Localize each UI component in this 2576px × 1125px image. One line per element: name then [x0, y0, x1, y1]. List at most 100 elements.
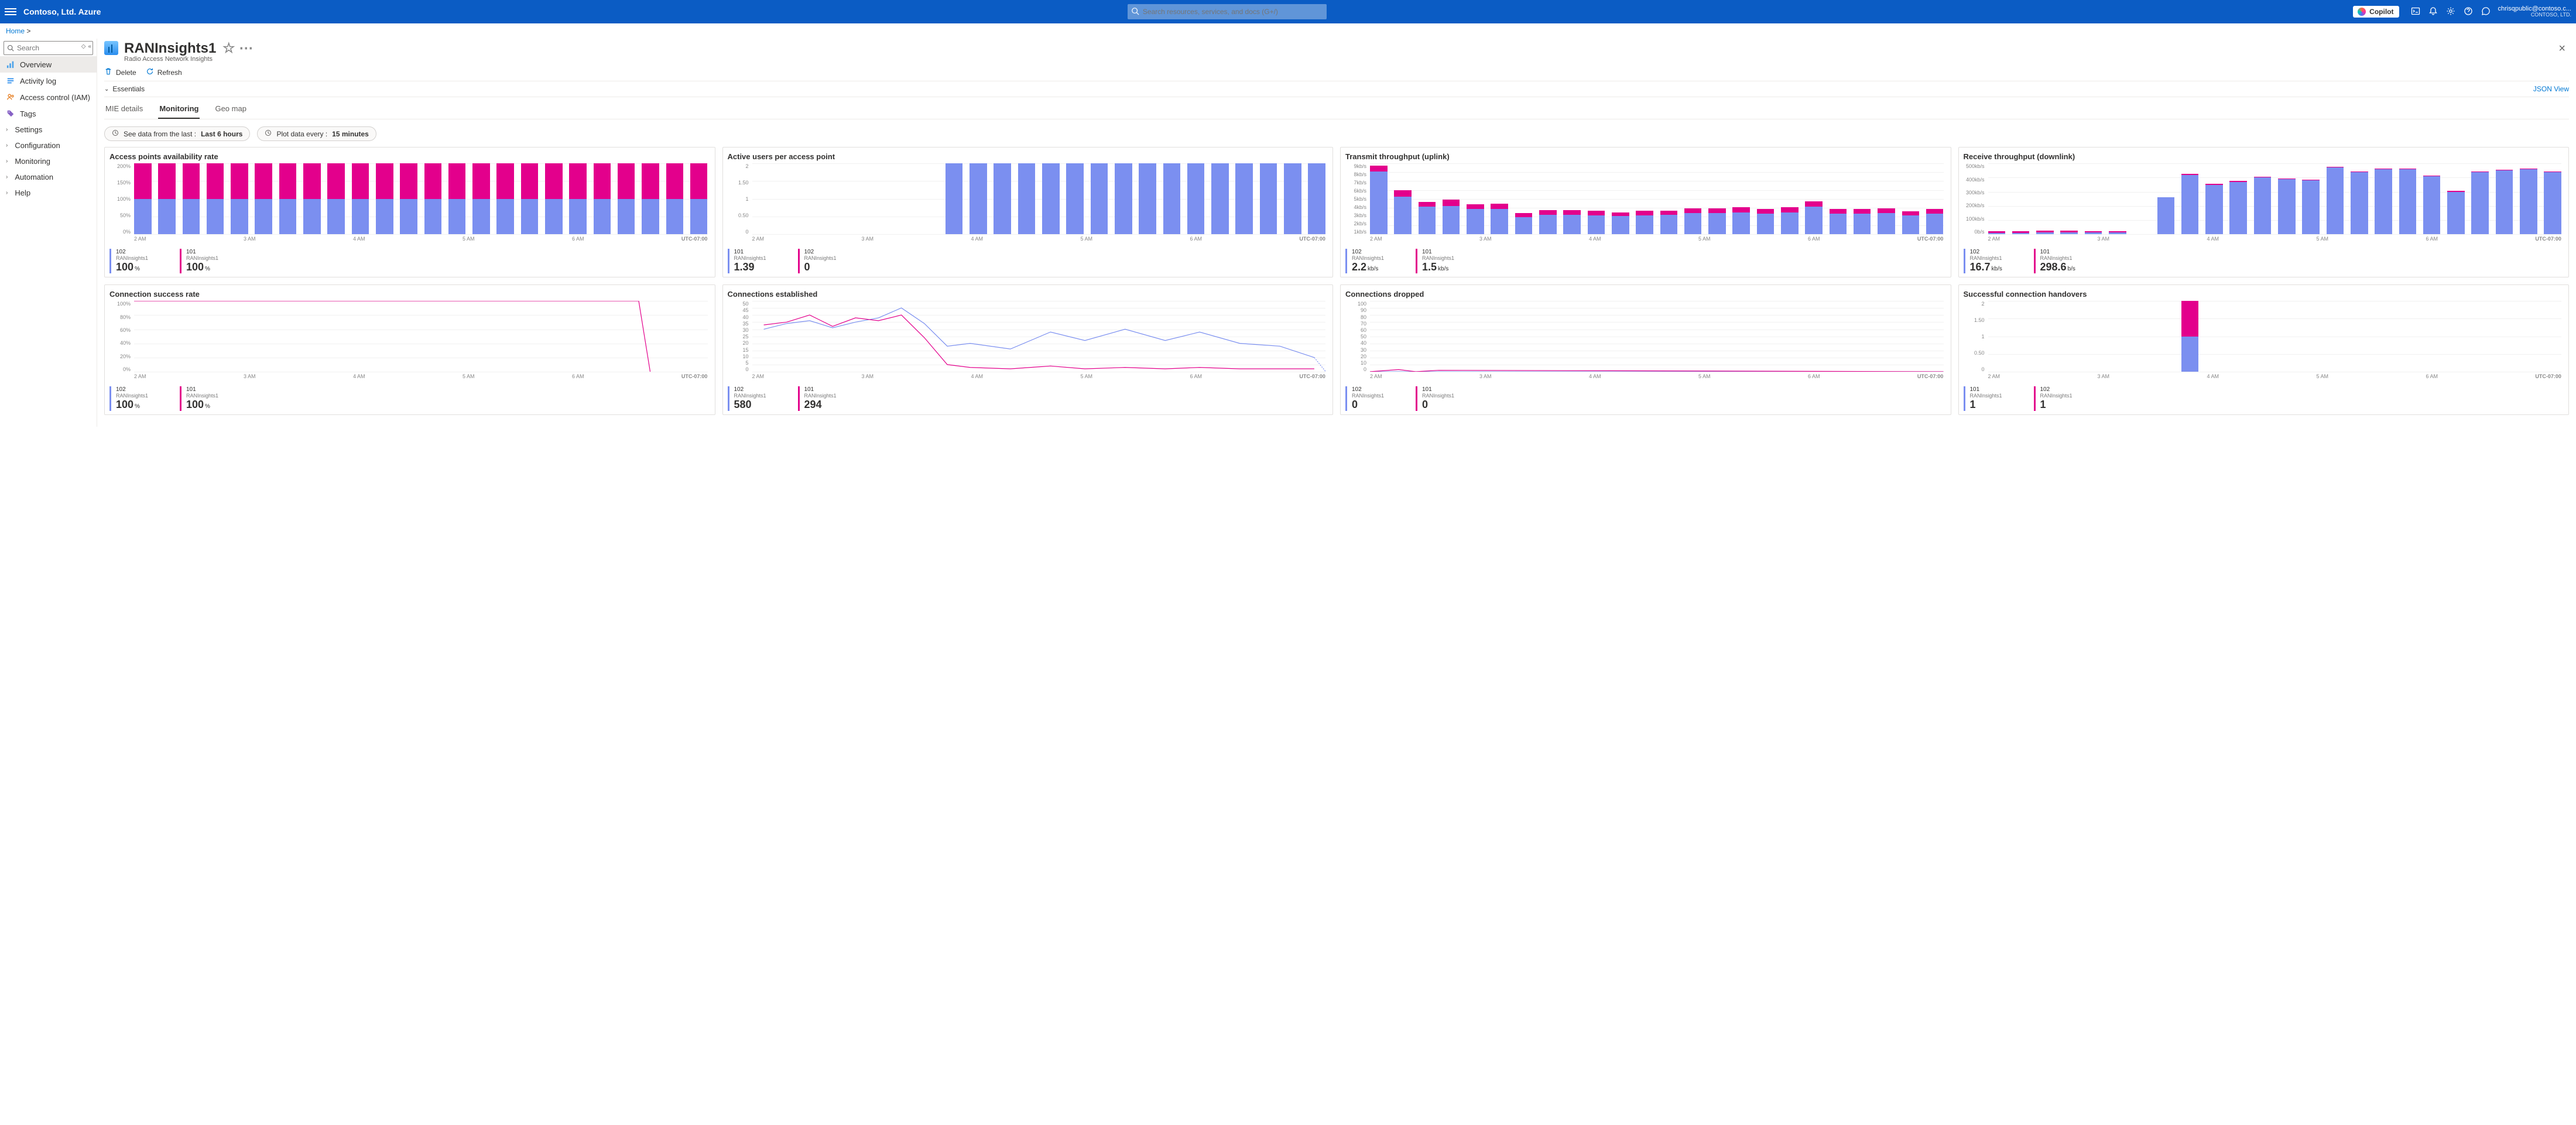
portal-brand: Contoso, Ltd. Azure	[23, 7, 101, 16]
json-view-link[interactable]: JSON View	[2533, 85, 2569, 93]
account-menu[interactable]: chrisqpublic@contoso.c... CONTOSO, LTD.	[2498, 6, 2571, 18]
chevron-right-icon: ›	[6, 142, 8, 149]
chart-legend: 101RANInsights11102RANInsights11	[1964, 383, 2564, 411]
search-icon	[1131, 7, 1139, 17]
delete-button[interactable]: Delete	[104, 67, 136, 77]
sidebar: ◇ « Overview Activity log Access control…	[0, 39, 97, 427]
chart-area: 500kb/s400kb/s300kb/s200kb/s100kb/s0b/s2…	[1964, 163, 2564, 245]
legend-item: 101RANInsights1100%	[180, 386, 232, 411]
copilot-button[interactable]: Copilot	[2353, 6, 2399, 18]
chart-area: 504540353025201510502 AM3 AM4 AM5 AM6 AM…	[728, 301, 1328, 383]
sidebar-item-help[interactable]: › Help	[0, 185, 97, 201]
chart-card[interactable]: Connections dropped100908070605040302010…	[1340, 284, 1951, 415]
legend-item: 102RANInsights11	[2034, 386, 2087, 411]
time-range-pill[interactable]: See data from the last : Last 6 hours	[104, 126, 250, 141]
chart-legend: 102RANInsights1100%101RANInsights1100%	[109, 383, 710, 411]
sidebar-item-access-control[interactable]: Access control (IAM)	[0, 89, 97, 105]
tab-monitoring[interactable]: Monitoring	[158, 102, 200, 119]
copilot-icon	[2358, 8, 2366, 16]
sidebar-item-settings[interactable]: › Settings	[0, 122, 97, 138]
top-icon-tray	[2411, 6, 2491, 18]
sidebar-item-tags[interactable]: Tags	[0, 105, 97, 122]
chart-card[interactable]: Receive throughput (downlink) 500kb/s400k…	[1958, 147, 2570, 277]
chart-legend: 102RANInsights1100% 101RANInsights1100%	[109, 245, 710, 273]
chart-title: Transmit throughput (uplink)	[1345, 152, 1946, 161]
breadcrumb: Home >	[0, 23, 2576, 39]
essentials-toggle[interactable]: ⌄ Essentials	[104, 85, 145, 93]
menu-icon[interactable]	[5, 8, 16, 15]
access-control-icon	[6, 92, 15, 102]
help-icon[interactable]	[2464, 6, 2473, 18]
chart-area: 21.5010.5002 AM3 AM4 AM5 AM6 AMUTC-07:00	[728, 163, 1328, 245]
chart-title: Connections established	[728, 290, 1328, 299]
granularity-pill[interactable]: Plot data every : 15 minutes	[257, 126, 376, 141]
resource-subtitle: Radio Access Network Insights	[124, 56, 253, 63]
chart-card[interactable]: Active users per access point 21.5010.500…	[722, 147, 1334, 277]
chart-title: Connection success rate	[109, 290, 710, 299]
legend-item: 101RANInsights11.5kb/s	[1416, 249, 1468, 273]
notifications-icon[interactable]	[2428, 6, 2438, 18]
global-search-input[interactable]	[1128, 4, 1327, 19]
breadcrumb-home[interactable]: Home	[6, 27, 25, 35]
expand-icon[interactable]: ◇	[81, 43, 86, 50]
legend-item: 102RANInsights10	[798, 249, 851, 273]
feedback-icon[interactable]	[2481, 6, 2491, 18]
settings-icon[interactable]	[2446, 6, 2455, 18]
chart-title: Connections dropped	[1345, 290, 1946, 299]
close-icon[interactable]: ×	[2555, 41, 2569, 57]
resource-icon	[104, 41, 118, 55]
chart-card[interactable]: Connections established 50454035302520151…	[722, 284, 1334, 415]
sidebar-item-configuration[interactable]: › Configuration	[0, 138, 97, 153]
more-icon[interactable]: ⋯	[239, 40, 253, 56]
legend-item: 101RANInsights11.39	[728, 249, 780, 273]
main-content: RANInsights1 ☆ ⋯ Radio Access Network In…	[97, 39, 2576, 427]
chart-legend: 102RANInsights12.2kb/s 101RANInsights11.5…	[1345, 245, 1946, 273]
legend-item: 101RANInsights10	[1416, 386, 1468, 411]
top-bar: Contoso, Ltd. Azure Copilot	[0, 0, 2576, 23]
favorite-icon[interactable]: ☆	[222, 40, 235, 56]
sidebar-item-automation[interactable]: › Automation	[0, 169, 97, 185]
tags-icon	[6, 109, 15, 118]
command-bar: Delete Refresh	[104, 64, 2569, 81]
chart-card[interactable]: Access points availability rate 200%150%1…	[104, 147, 715, 277]
sidebar-item-monitoring[interactable]: › Monitoring	[0, 153, 97, 169]
cloud-shell-icon[interactable]	[2411, 6, 2420, 18]
chart-title: Active users per access point	[728, 152, 1328, 161]
page-title: RANInsights1 ☆ ⋯	[124, 41, 253, 56]
refresh-icon	[146, 67, 154, 77]
chart-area: 9kb/s8kb/s7kb/s6kb/s5kb/s4kb/s3kb/s2kb/s…	[1345, 163, 1946, 245]
chevron-right-icon: ›	[6, 190, 8, 196]
chart-card[interactable]: Successful connection handovers21.5010.5…	[1958, 284, 2570, 415]
resource-header: RANInsights1 ☆ ⋯ Radio Access Network In…	[104, 39, 2569, 64]
delete-icon	[104, 67, 112, 77]
activity-log-icon	[6, 76, 15, 85]
chevron-right-icon: >	[26, 27, 30, 35]
overview-icon	[6, 60, 15, 69]
chart-area: 200%150%100%50%0%2 AM3 AM4 AM5 AM6 AMUTC…	[109, 163, 710, 245]
chart-title: Successful connection handovers	[1964, 290, 2564, 299]
legend-item: 101RANInsights1298.6b/s	[2034, 249, 2087, 273]
tabs: MIE details Monitoring Geo map	[104, 97, 2569, 119]
chart-legend: 102RANInsights10101RANInsights10	[1345, 383, 1946, 411]
tab-geo-map[interactable]: Geo map	[214, 102, 247, 119]
collapse-icon[interactable]: «	[88, 43, 91, 50]
tab-mie-details[interactable]: MIE details	[104, 102, 144, 119]
chevron-right-icon: ›	[6, 158, 8, 164]
clock-icon	[112, 129, 119, 138]
sidebar-item-activity-log[interactable]: Activity log	[0, 73, 97, 89]
sidebar-item-overview[interactable]: Overview	[0, 56, 97, 73]
legend-item: 102RANInsights12.2kb/s	[1345, 249, 1398, 273]
refresh-button[interactable]: Refresh	[146, 67, 182, 77]
charts-grid: Access points availability rate 200%150%1…	[104, 147, 2569, 415]
clock-icon	[265, 129, 272, 138]
sidebar-search-input[interactable]	[4, 41, 93, 55]
chart-card[interactable]: Connection success rate100%80%60%40%20%0…	[104, 284, 715, 415]
legend-item: 102RANInsights1100%	[109, 249, 162, 273]
chevron-right-icon: ›	[6, 174, 8, 180]
chart-title: Receive throughput (downlink)	[1964, 152, 2564, 161]
chart-title: Access points availability rate	[109, 152, 710, 161]
essentials-row: ⌄ Essentials JSON View	[104, 81, 2569, 97]
legend-item: 101RANInsights1100%	[180, 249, 232, 273]
global-search[interactable]	[1128, 4, 1327, 19]
chart-card[interactable]: Transmit throughput (uplink) 9kb/s8kb/s7k…	[1340, 147, 1951, 277]
